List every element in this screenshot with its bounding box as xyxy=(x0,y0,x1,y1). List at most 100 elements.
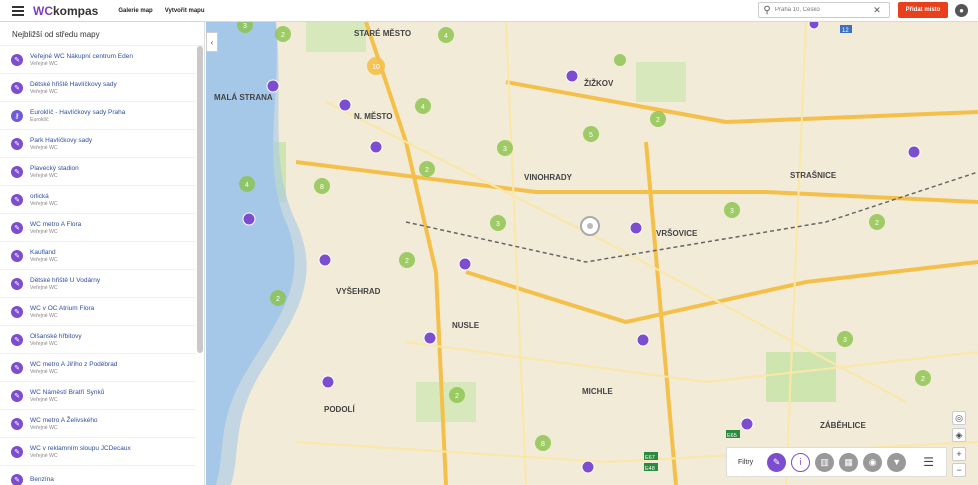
toilet-pin[interactable] xyxy=(369,140,383,154)
svg-text:E67: E67 xyxy=(645,455,655,461)
cluster-marker[interactable]: 4 xyxy=(239,176,255,192)
svg-text:10: 10 xyxy=(372,64,380,71)
toilet-pin[interactable] xyxy=(266,79,280,93)
toilet-pin[interactable] xyxy=(318,253,332,267)
map-label: ŽIŽKOV xyxy=(584,79,614,88)
nav-create-map-link[interactable]: Vytvořit mapu xyxy=(165,8,205,14)
add-place-button[interactable]: Přidat místo xyxy=(898,2,948,18)
cluster-marker[interactable]: 2 xyxy=(650,111,666,127)
map-label: VYŠEHRAD xyxy=(336,287,381,296)
list-item[interactable]: ✎ WC metro A Želivského Veřejné WC xyxy=(0,410,196,438)
list-item[interactable]: ✎ Benzína xyxy=(0,466,196,485)
list-item[interactable]: ✎ orlická Veřejné WC xyxy=(0,186,196,214)
svg-text:2: 2 xyxy=(875,220,879,227)
svg-text:8: 8 xyxy=(541,441,545,448)
cluster-marker[interactable]: 5 xyxy=(583,126,599,142)
svg-text:2: 2 xyxy=(921,376,925,383)
filter-shower-icon[interactable]: ▥ xyxy=(815,452,835,472)
cluster-marker[interactable]: 2 xyxy=(915,370,931,386)
list-item[interactable]: ✎ Olšanské hřbitovy Veřejné WC xyxy=(0,326,196,354)
toilet-pin[interactable] xyxy=(458,257,472,271)
toilet-pin[interactable] xyxy=(740,417,754,431)
search-icon[interactable]: ⚲ xyxy=(759,5,775,16)
toilet-paper-icon: ✎ xyxy=(11,445,23,458)
map-label: STRAŠNICE xyxy=(790,171,837,180)
menu-icon[interactable] xyxy=(7,0,29,22)
toilet-pin[interactable] xyxy=(338,98,352,112)
toilet-pin[interactable] xyxy=(907,145,921,159)
nav-gallery-link[interactable]: Galerie map xyxy=(118,8,152,14)
map-canvas: STARÉ MĚSTO ŽIŽKOV MALÁ STRANA N. MĚSTO … xyxy=(206,22,978,485)
cluster-marker[interactable]: 8 xyxy=(314,178,330,194)
search-input[interactable] xyxy=(775,7,871,13)
svg-text:2: 2 xyxy=(281,32,285,39)
route-shield: 12 xyxy=(840,25,852,34)
toilet-pin[interactable] xyxy=(321,375,335,389)
filter-toilet-icon[interactable]: ✎ xyxy=(767,452,787,472)
list-item[interactable]: ✎ Park Havlíčkovy sady Veřejné WC xyxy=(0,130,196,158)
svg-text:12: 12 xyxy=(842,28,849,34)
collapse-sidebar-button[interactable]: ‹ xyxy=(206,32,218,52)
svg-text:2: 2 xyxy=(656,117,660,124)
toilet-pin[interactable] xyxy=(808,22,820,30)
logo[interactable]: WC kompas xyxy=(33,4,98,18)
cluster-marker[interactable]: 10 xyxy=(367,57,385,75)
filter-shield-icon[interactable]: ▼ xyxy=(887,452,907,472)
toilet-pin[interactable] xyxy=(423,331,437,345)
svg-text:3: 3 xyxy=(503,146,507,153)
list-item[interactable]: ✎ WC metro A Jiřího z Poděbrad Veřejné WC xyxy=(0,354,196,382)
map-view[interactable]: STARÉ MĚSTO ŽIŽKOV MALÁ STRANA N. MĚSTO … xyxy=(206,22,978,485)
toilet-pin[interactable] xyxy=(581,460,595,474)
cluster-marker[interactable]: 2 xyxy=(869,214,885,230)
map-label: NUSLE xyxy=(452,321,480,330)
sidebar-title: Nejbližší od středu mapy xyxy=(0,22,204,46)
list-item[interactable]: ✎ WC metro A Flora Veřejné WC xyxy=(0,214,196,242)
list-item[interactable]: ✎ Veřejné WC Nákupní centrum Eden Veřejné … xyxy=(0,46,196,74)
cluster-marker[interactable] xyxy=(614,54,626,66)
toilet-paper-icon: ✎ xyxy=(11,333,23,346)
clear-search-icon[interactable]: ✕ xyxy=(871,5,883,16)
list-item[interactable]: ✎ Plavecký stadion Veřejné WC xyxy=(0,158,196,186)
cluster-marker[interactable]: 4 xyxy=(438,27,454,43)
svg-text:4: 4 xyxy=(444,33,448,40)
map-label: MICHLE xyxy=(582,387,613,396)
list-item[interactable]: ✎ WC v OC Atrium Flora Veřejné WC xyxy=(0,298,196,326)
cluster-marker[interactable]: 4 xyxy=(415,98,431,114)
locate-me-icon[interactable]: ◎ xyxy=(952,411,966,425)
filter-settings-icon[interactable]: ☰ xyxy=(923,455,934,469)
toilet-pin[interactable] xyxy=(242,212,256,226)
cluster-marker[interactable]: 3 xyxy=(837,331,853,347)
layers-icon[interactable]: ◈ xyxy=(952,428,966,442)
svg-text:E65: E65 xyxy=(727,433,737,439)
list-item[interactable]: ✎ WC Náměstí Bratří Synků Veřejné WC xyxy=(0,382,196,410)
zoom-out-button[interactable]: − xyxy=(952,463,966,477)
list-item[interactable]: ✎ Kaufland Veřejné WC xyxy=(0,242,196,270)
user-account-icon[interactable]: ● xyxy=(955,4,968,17)
toilet-paper-icon: ✎ xyxy=(11,81,23,94)
filter-camera-icon[interactable]: ◉ xyxy=(863,452,883,472)
toilet-pin[interactable] xyxy=(636,333,650,347)
cluster-marker[interactable]: 2 xyxy=(449,387,465,403)
zoom-in-button[interactable]: + xyxy=(952,447,966,461)
filter-building-icon[interactable]: ▦ xyxy=(839,452,859,472)
cluster-marker[interactable]: 3 xyxy=(490,215,506,231)
cluster-marker[interactable]: 2 xyxy=(275,26,291,42)
cluster-marker[interactable]: 3 xyxy=(497,140,513,156)
sidebar-scrollbar[interactable] xyxy=(197,46,203,353)
cluster-marker[interactable]: 2 xyxy=(399,252,415,268)
filter-info-icon[interactable]: ⅰ xyxy=(791,452,811,472)
toilet-paper-icon: ✎ xyxy=(11,389,23,402)
map-label: VINOHRADY xyxy=(524,173,573,182)
list-item[interactable]: ✎ WC v reklamním sloupu JCDecaux Veřejné W… xyxy=(0,438,196,466)
cluster-marker[interactable]: 2 xyxy=(270,290,286,306)
list-item[interactable]: ✎ Dětské hřiště Havlíčkovy sady Veřejné WC xyxy=(0,74,196,102)
toilet-paper-icon: ✎ xyxy=(11,193,23,206)
map-label: N. MĚSTO xyxy=(354,112,393,121)
toilet-pin[interactable] xyxy=(565,69,579,83)
list-item[interactable]: ✎ Dětské hřiště U Vodárny Veřejné WC xyxy=(0,270,196,298)
toilet-pin[interactable] xyxy=(629,221,643,235)
list-item[interactable]: ⚷ Euroklíč - Havlíčkovy sady Praha Euroklí… xyxy=(0,102,196,130)
cluster-marker[interactable]: 3 xyxy=(724,202,740,218)
cluster-marker[interactable]: 8 xyxy=(535,435,551,451)
cluster-marker[interactable]: 2 xyxy=(419,161,435,177)
